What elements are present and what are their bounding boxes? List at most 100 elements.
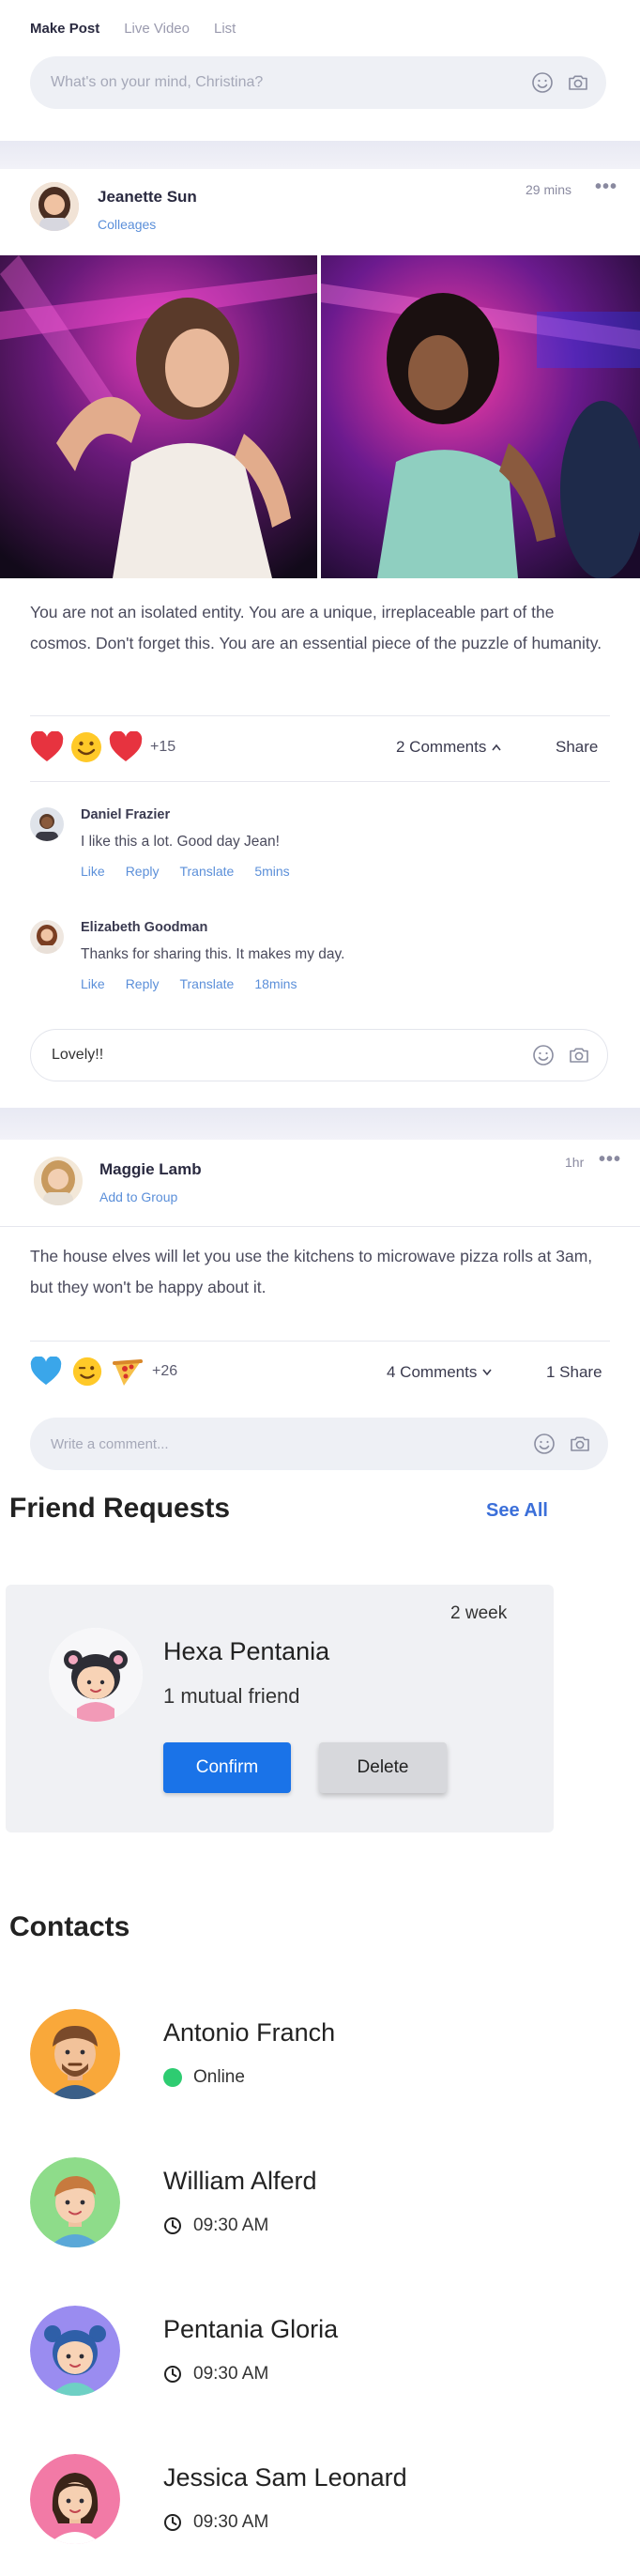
- man-avatar-icon: [30, 2009, 120, 2099]
- avatar[interactable]: [30, 182, 79, 231]
- contact-name: Pentania Gloria: [163, 2315, 339, 2343]
- avatar[interactable]: [49, 1628, 143, 1722]
- party-photo-right: [321, 255, 640, 578]
- see-all-link[interactable]: See All: [486, 1500, 548, 1522]
- mutual-friends: 1 mutual friend: [163, 1684, 300, 1708]
- comment-translate-button[interactable]: Translate: [179, 864, 234, 879]
- delete-button[interactable]: Delete: [319, 1742, 447, 1793]
- comment-input-placeholder: Write a comment...: [51, 1435, 169, 1452]
- comment-like-button[interactable]: Like: [81, 976, 105, 991]
- section-divider: [0, 141, 640, 169]
- comments-toggle[interactable]: 2 Comments: [396, 738, 501, 757]
- clock-icon: [164, 2366, 181, 2383]
- post-photo-1[interactable]: [0, 255, 317, 578]
- camera-icon[interactable]: [569, 1433, 591, 1455]
- tab-make-post[interactable]: Make Post: [30, 21, 99, 37]
- avatar: [30, 2157, 120, 2247]
- avatar[interactable]: [34, 1157, 83, 1205]
- comment-input[interactable]: Write a comment...: [30, 1418, 608, 1470]
- comment-text: Thanks for sharing this. It makes my day…: [81, 946, 345, 962]
- chevron-up-icon: [492, 744, 501, 751]
- post-photo-2[interactable]: [321, 255, 640, 578]
- comment-actions: Like Reply Translate 5mins: [81, 864, 290, 879]
- add-to-group-link[interactable]: Add to Group: [99, 1189, 177, 1204]
- post-time: 1hr: [565, 1155, 585, 1170]
- reply-input-value: Lovely!!: [52, 1047, 104, 1063]
- reactions[interactable]: +26: [30, 1356, 177, 1388]
- share-button[interactable]: Share: [556, 738, 598, 757]
- heart-reaction-icon: [30, 731, 64, 761]
- reactions[interactable]: +15: [30, 730, 175, 764]
- friend-request-card: Hexa Pentania 1 mutual friend 2 week Con…: [6, 1585, 554, 1832]
- comments-count: 2 Comments: [396, 738, 487, 756]
- contact-name: William Alferd: [163, 2167, 317, 2195]
- avatar-daniel-image: [30, 807, 64, 841]
- party-photo-left: [0, 255, 317, 578]
- comment-actions: Like Reply Translate 18mins: [81, 976, 297, 991]
- contact-item[interactable]: Antonio Franch Online: [0, 2000, 640, 2112]
- avatar-elizabeth-image: [30, 920, 64, 954]
- camera-icon[interactable]: [568, 1044, 590, 1066]
- girl-avatar-icon: [30, 2306, 120, 2396]
- composer-tabs: Make Post Live Video List: [30, 21, 236, 37]
- more-options-icon[interactable]: •••: [595, 176, 617, 198]
- emoji-icon[interactable]: [533, 1433, 556, 1455]
- post-time: 29 mins: [526, 182, 572, 197]
- contacts-heading: Contacts: [9, 1911, 130, 1942]
- contact-status-text: 09:30 AM: [193, 2512, 269, 2532]
- request-time: 2 week: [450, 1603, 508, 1623]
- contact-status-text: 09:30 AM: [193, 2364, 269, 2384]
- request-name[interactable]: Hexa Pentania: [163, 1637, 329, 1666]
- contact-status-text: 09:30 AM: [193, 2216, 269, 2235]
- smile-reaction-icon: [71, 732, 101, 762]
- comment-author[interactable]: Daniel Frazier: [81, 807, 170, 822]
- post-author-subtitle[interactable]: Colleages: [98, 217, 156, 232]
- more-options-icon[interactable]: •••: [599, 1149, 621, 1171]
- comment-reply-button[interactable]: Reply: [126, 864, 160, 879]
- divider: [30, 715, 610, 716]
- post-text: The house elves will let you use the kit…: [30, 1247, 593, 1296]
- clock-icon: [164, 2217, 181, 2234]
- comment-author[interactable]: Elizabeth Goodman: [81, 920, 207, 935]
- post-author[interactable]: Jeanette Sun: [98, 188, 197, 207]
- girl-avatar-icon: [49, 1628, 143, 1722]
- contact-item[interactable]: Pentania Gloria 09:30 AM: [0, 2296, 640, 2409]
- emoji-icon[interactable]: [531, 71, 554, 94]
- post-author[interactable]: Maggie Lamb: [99, 1160, 202, 1179]
- tab-list[interactable]: List: [214, 21, 236, 37]
- share-button[interactable]: 1 Share: [546, 1363, 602, 1382]
- divider: [30, 781, 610, 782]
- comment-translate-button[interactable]: Translate: [179, 976, 234, 991]
- status-input[interactable]: What's on your mind, Christina?: [30, 56, 606, 109]
- comments-toggle[interactable]: 4 Comments: [387, 1363, 492, 1382]
- comment-reply-button[interactable]: Reply: [126, 976, 160, 991]
- emoji-icon[interactable]: [532, 1044, 555, 1066]
- contact-item[interactable]: William Alferd 09:30 AM: [0, 2148, 640, 2261]
- confirm-button[interactable]: Confirm: [163, 1742, 291, 1793]
- reply-input-icons: [532, 1044, 590, 1066]
- status-input-placeholder: What's on your mind, Christina?: [51, 74, 264, 90]
- reactions-count: +26: [152, 1363, 178, 1379]
- contact-name: Antonio Franch: [163, 2018, 336, 2047]
- reply-input[interactable]: Lovely!!: [30, 1029, 608, 1081]
- post-card: Jeanette Sun Colleages 29 mins ••• You a…: [0, 169, 640, 1108]
- tab-live-video[interactable]: Live Video: [124, 21, 190, 37]
- comments-count: 4 Comments: [387, 1363, 478, 1381]
- composer-card: Make Post Live Video List What's on your…: [0, 0, 640, 141]
- avatar[interactable]: [30, 807, 64, 841]
- reactions-count: +15: [150, 739, 176, 755]
- woman-avatar-icon: [30, 2454, 120, 2544]
- comment-like-button[interactable]: Like: [81, 864, 105, 879]
- blue-heart-reaction-icon: [30, 1357, 62, 1386]
- heart-reaction-icon: [109, 731, 143, 761]
- contact-name: Jessica Sam Leonard: [163, 2463, 407, 2492]
- avatar: [30, 2009, 120, 2099]
- status-input-icons: [531, 71, 589, 94]
- boy-avatar-icon: [30, 2157, 120, 2247]
- avatar[interactable]: [30, 920, 64, 954]
- chevron-down-icon: [482, 1369, 492, 1376]
- camera-icon[interactable]: [567, 71, 589, 94]
- contact-item[interactable]: Jessica Sam Leonard 09:30 AM: [0, 2445, 640, 2557]
- contact-status: 09:30 AM: [163, 2216, 268, 2236]
- post-card: Maggie Lamb Add to Group 1hr ••• The hou…: [0, 1140, 640, 1478]
